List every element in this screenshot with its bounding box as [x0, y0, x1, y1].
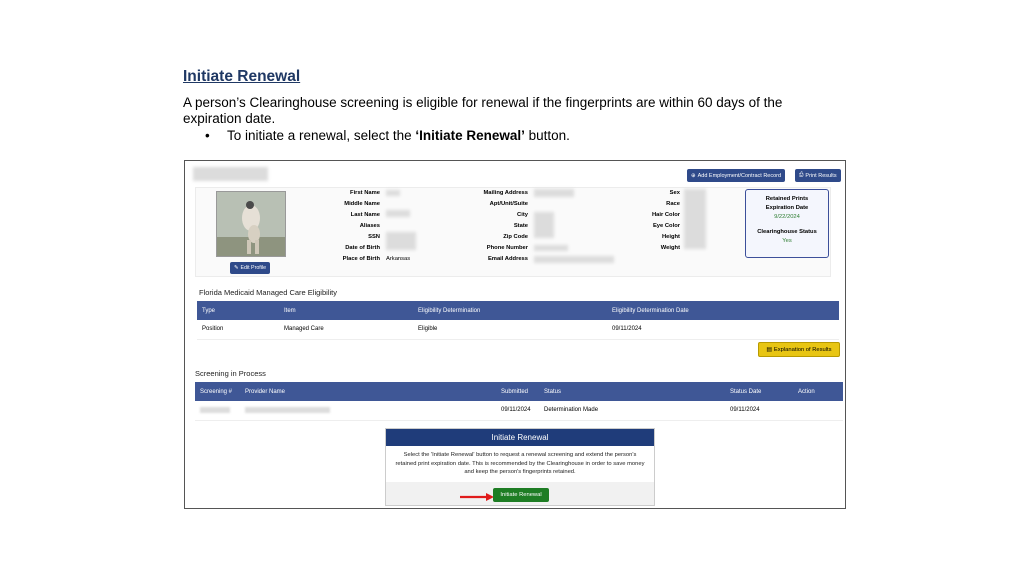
- renewal-panel-header: Initiate Renewal: [386, 429, 654, 446]
- doc-intro: A person’s Clearinghouse screening is el…: [183, 95, 783, 126]
- label-city: City: [517, 212, 528, 218]
- retained-title-2: Expiration Date: [765, 205, 809, 211]
- value-place-of-birth: Arkansas: [386, 256, 411, 262]
- label-weight: Weight: [660, 245, 680, 251]
- label-race: Race: [666, 201, 680, 207]
- retained-prints-card: Retained Prints Expiration Date 9/22/202…: [745, 189, 829, 258]
- label-mailing-address: Mailing Address: [483, 190, 528, 196]
- label-email: Email Address: [487, 256, 528, 262]
- medicaid-table: Type Item Eligibility Determination Elig…: [197, 301, 839, 340]
- bullet-pre: To initiate a renewal, select the: [227, 128, 416, 143]
- label-hair-color: Hair Color: [651, 212, 680, 218]
- table-row: Position Managed Care Eligible 09/11/202…: [197, 320, 839, 340]
- label-place-of-birth: Place of Birth: [342, 256, 380, 262]
- bullet-bold: ‘Initiate Renewal’: [415, 128, 525, 143]
- medicaid-header-row: Type Item Eligibility Determination Elig…: [197, 301, 839, 320]
- edit-profile-button[interactable]: ✎ Edit Profile: [230, 262, 271, 274]
- screenshot-frame: ⊕ Add Employment/Contract Record ⎙ Print R…: [184, 160, 846, 509]
- label-phone: Phone Number: [486, 245, 528, 251]
- profile-photo: [216, 191, 286, 257]
- red-arrow-icon: [460, 493, 494, 501]
- bullet-dot: •: [205, 128, 210, 143]
- renewal-panel-body: Select the 'Initiate Renewal' button to …: [386, 446, 654, 482]
- bullet-post: button.: [524, 128, 570, 143]
- edit-icon: ✎: [234, 265, 239, 271]
- table-row[interactable]: 09/11/2024 Determination Made 09/11/2024: [195, 401, 843, 421]
- label-zip: Zip Code: [503, 234, 528, 240]
- screening-title: Screening in Process: [195, 369, 266, 378]
- document-icon: ▤: [766, 346, 772, 353]
- profile-panel: ✎ Edit Profile First Name Middle Name Las…: [195, 187, 831, 277]
- retained-title-1: Retained Prints: [765, 196, 809, 202]
- initiate-renewal-button[interactable]: Initiate Renewal: [493, 488, 549, 502]
- initiate-renewal-panel: Initiate Renewal Select the 'Initiate Re…: [385, 428, 655, 506]
- label-state: State: [513, 223, 528, 229]
- label-apt: Apt/Unit/Suite: [489, 201, 528, 207]
- label-first-name: First Name: [350, 190, 380, 196]
- screening-header-row: Screening # Provider Name Submitted Stat…: [195, 382, 843, 401]
- medicaid-title: Florida Medicaid Managed Care Eligibilit…: [199, 288, 337, 297]
- label-dob: Date of Birth: [345, 245, 380, 251]
- explanation-of-results-button[interactable]: ▤ Explanation of Results: [758, 342, 840, 357]
- print-results-button[interactable]: ⎙ Print Results: [795, 169, 841, 182]
- screening-table: Screening # Provider Name Submitted Stat…: [195, 382, 843, 421]
- retained-date: 9/22/2024: [774, 214, 800, 220]
- label-eye-color: Eye Color: [652, 223, 680, 229]
- clearinghouse-status-value: Yes: [782, 238, 792, 244]
- redacted-name: [193, 167, 268, 181]
- add-record-button[interactable]: ⊕ Add Employment/Contract Record: [687, 169, 786, 182]
- doc-bullet: • To initiate a renewal, select the ‘Init…: [205, 128, 570, 143]
- label-ssn: SSN: [368, 234, 380, 240]
- label-sex: Sex: [669, 190, 680, 196]
- label-aliases: Aliases: [359, 223, 380, 229]
- plus-circle-icon: ⊕: [691, 172, 696, 179]
- label-height: Height: [661, 234, 680, 240]
- label-last-name: Last Name: [350, 212, 380, 218]
- clearinghouse-status-label: Clearinghouse Status: [757, 229, 817, 235]
- label-middle-name: Middle Name: [344, 201, 380, 207]
- doc-heading: Initiate Renewal: [183, 68, 301, 85]
- printer-icon: ⎙: [799, 172, 804, 178]
